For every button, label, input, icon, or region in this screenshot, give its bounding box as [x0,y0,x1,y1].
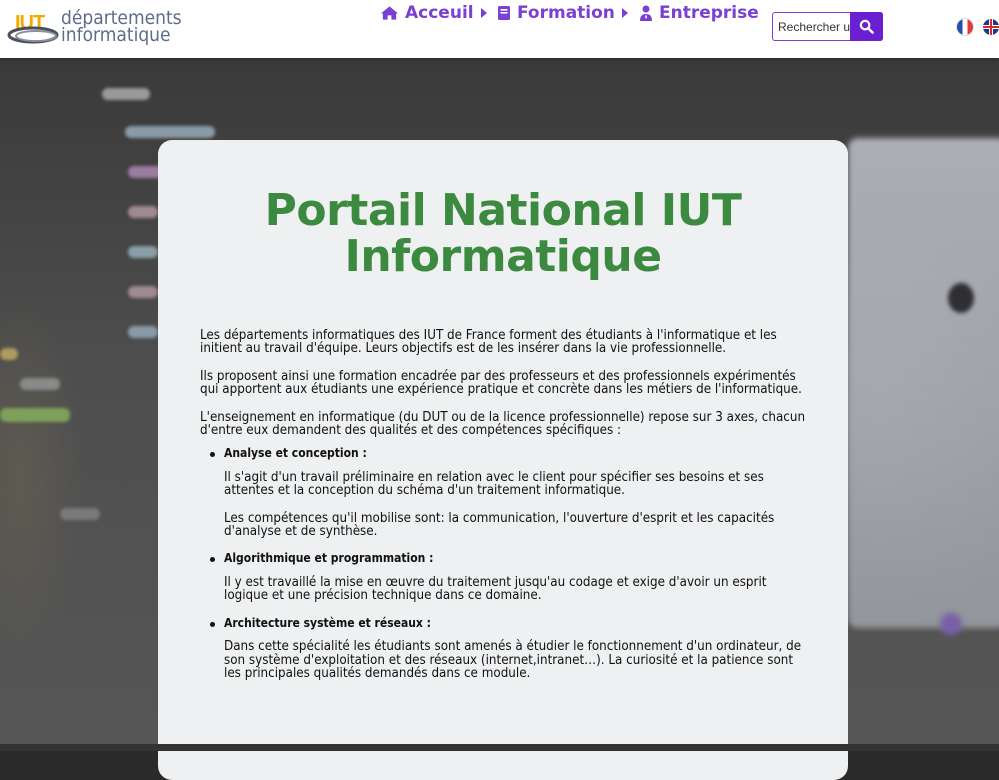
list-item: Analyse et conception : Il s'agit d'un t… [210,446,810,540]
flag-fr-icon[interactable] [957,19,973,35]
axis-text: Les compétences qu'il mobilise sont: la … [224,510,775,540]
site-logo[interactable]: IUT départements informatique [6,8,182,48]
logo-swirl-icon [7,26,59,44]
flag-uk-icon[interactable] [983,19,999,35]
intro-paragraph: Ils proposent ainsi une formation encadr… [200,368,802,398]
search-button[interactable] [850,12,883,41]
intro-paragraph: L'enseignement en informatique (du DUT o… [200,409,806,439]
nav-item-label: Acceuil [405,3,474,23]
search-input[interactable] [773,13,851,40]
logo-line-2: informatique [61,24,171,46]
intro-paragraph: Les départements informatiques des IUT d… [200,328,777,357]
list-item: Algorithmique et programmation : Il y es… [210,551,810,604]
search-box [772,12,883,41]
caret-right-icon [480,8,487,18]
axis-text: Il s'agit d'un travail préliminaire en r… [224,469,764,499]
search-icon [859,19,874,34]
page-title: Portail National IUT Informatique [264,185,742,282]
axis-title: Algorithmique et programmation : [224,551,434,566]
axis-text: Dans cette spécialité les étudiants sont… [224,639,802,681]
list-item: Architecture système et réseaux : Dans c… [210,615,810,681]
nav-item-acceuil[interactable]: Acceuil [380,0,487,26]
intro-card: Portail National IUT Informatique Les dé… [158,140,848,780]
home-icon [380,6,399,20]
book-icon [498,6,510,20]
axis-title: Analyse et conception : [224,446,367,461]
nav-item-label: Entreprise [659,3,759,23]
caret-right-icon [621,8,628,18]
nav-item-entreprise[interactable]: Entreprise [639,0,759,26]
nav-item-label: Formation [517,3,615,23]
page-footer-strip [0,744,999,751]
top-navbar: IUT départements informatique Acceuil Fo… [0,0,999,58]
intro-content: Les départements informatiques des IUT d… [200,329,810,694]
axis-text: Il y est travaillé la mise en œuvre du t… [224,574,767,604]
axes-list: Analyse et conception : Il s'agit d'un t… [200,447,810,680]
user-tie-icon [640,5,652,21]
axis-title: Architecture système et réseaux : [224,615,431,630]
nav-item-formation[interactable]: Formation [497,0,628,26]
